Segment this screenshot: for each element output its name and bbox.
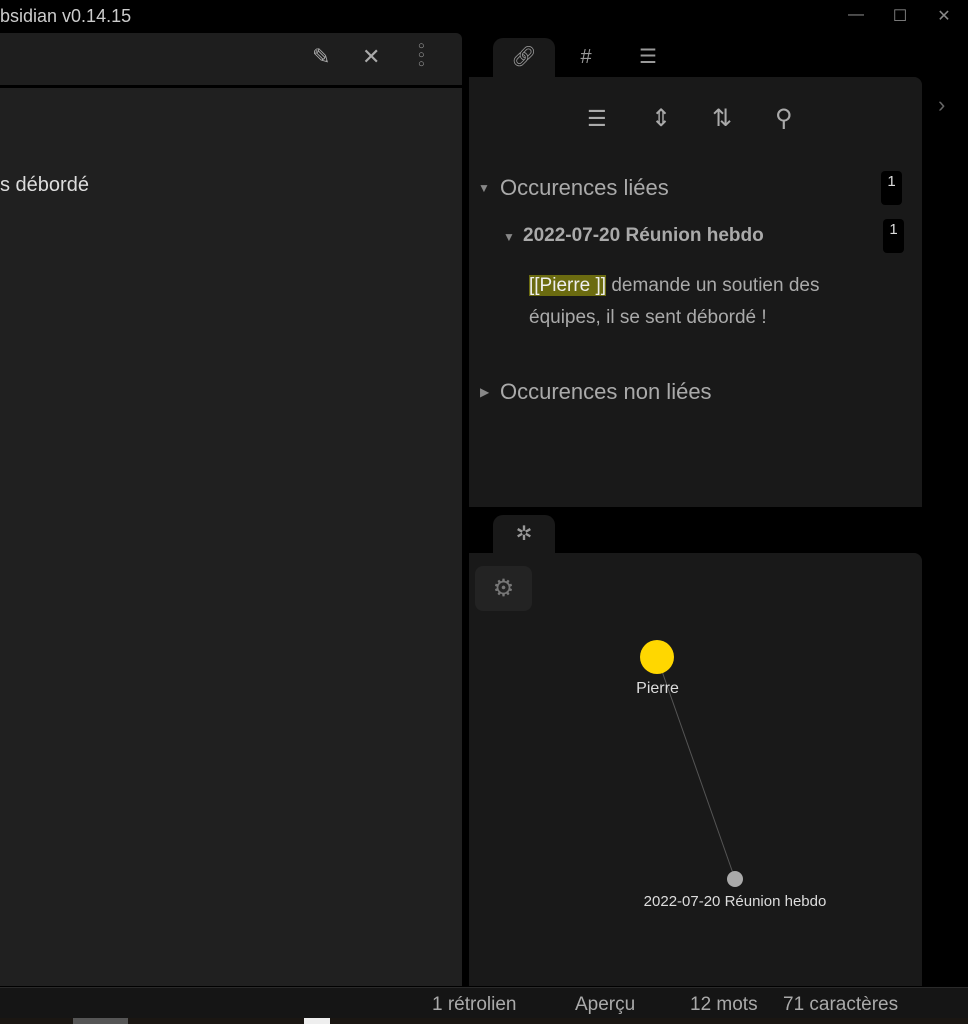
graph-node-pierre — [640, 640, 674, 674]
search-icon[interactable]: ⚲ — [775, 104, 793, 133]
maximize-button[interactable]: ☐ — [890, 6, 910, 26]
outline-tab[interactable]: ☰ — [617, 38, 679, 78]
taskbar-item[interactable] — [304, 1018, 330, 1024]
file-title[interactable]: 2022-07-20 Réunion hebdo — [523, 225, 764, 247]
graph-canvas[interactable] — [469, 553, 922, 986]
collapse-triangle-icon[interactable]: ▼ — [478, 181, 490, 195]
collapse-triangle-icon[interactable]: ▼ — [503, 230, 515, 244]
count-badge: 1 — [883, 219, 904, 253]
node-label: 2022-07-20 Réunion hebdo — [643, 893, 827, 910]
backlink-icon: 🔗︎ — [511, 46, 537, 68]
editor-text: s débordé — [0, 174, 89, 196]
expand-triangle-icon[interactable]: ▶ — [480, 385, 489, 399]
status-backlinks[interactable]: 1 rétrolien — [432, 994, 517, 1016]
graph-icon: ✲ — [515, 523, 533, 545]
sort-icon[interactable]: ⇅ — [712, 104, 732, 133]
unlinked-mentions-heading[interactable]: Occurences non liées — [500, 379, 712, 405]
minimize-button[interactable]: — — [846, 6, 866, 26]
tags-tab[interactable]: # — [555, 38, 617, 78]
editor-header — [0, 33, 462, 85]
highlighted-link[interactable]: [[Pierre ]] — [529, 275, 607, 296]
taskbar-item[interactable] — [73, 1018, 128, 1024]
editor-pane[interactable] — [0, 88, 462, 986]
window-title: bsidian v0.14.15 — [0, 6, 132, 26]
linked-mentions-heading[interactable]: Occurences liées — [500, 175, 669, 201]
snippet[interactable]: [[Pierre ]] demande un soutien des équip… — [529, 270, 889, 334]
status-chars: 71 caractères — [783, 994, 899, 1015]
edit-pencil-icon[interactable]: ✎ — [312, 44, 330, 70]
close-window-button[interactable]: ✕ — [934, 6, 954, 26]
backlinks-tab[interactable]: 🔗︎ — [493, 38, 555, 78]
taskbar-strip — [0, 1018, 968, 1024]
status-mode[interactable]: Aperçu — [575, 994, 635, 1016]
collapse-results-icon[interactable]: ☰ — [587, 106, 607, 132]
chevron-right-icon[interactable]: › — [938, 92, 945, 118]
node-label: Pierre — [636, 680, 679, 697]
close-icon[interactable]: ✕ — [362, 44, 380, 70]
status-words: 12 mots — [690, 994, 758, 1015]
graph-node-meeting — [727, 871, 743, 887]
graph-tab[interactable]: ✲ — [493, 515, 555, 555]
expand-context-icon[interactable]: ⇕ — [651, 104, 671, 133]
hash-icon: # — [580, 46, 592, 68]
title-bar — [0, 0, 968, 33]
count-badge: 1 — [881, 171, 902, 205]
list-icon: ☰ — [639, 46, 657, 68]
more-options-icon[interactable]: ○ ○ ○ — [418, 41, 425, 70]
